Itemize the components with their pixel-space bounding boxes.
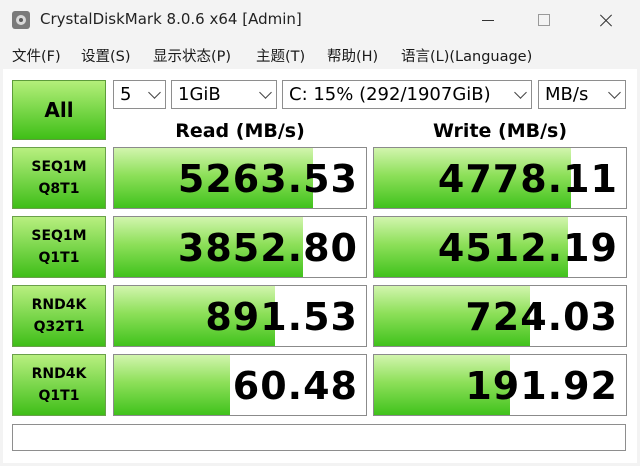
read-result: 5263.53	[113, 147, 367, 209]
test-params: Q1T1	[38, 250, 80, 266]
write-result: 191.92	[373, 354, 627, 416]
read-result: 3852.80	[113, 216, 367, 278]
read-header: Read (MB/s)	[175, 120, 305, 142]
write-value: 724.03	[465, 295, 618, 339]
write-value: 4512.19	[437, 226, 618, 270]
menu-bar: 文件(F) 设置(S) 显示状态(P) 主题(T) 帮助(H) 语言(L)(La…	[0, 40, 640, 68]
write-result: 4512.19	[373, 216, 627, 278]
status-bar	[12, 424, 626, 451]
test-params: Q1T1	[38, 388, 80, 404]
maximize-icon[interactable]	[532, 8, 556, 32]
write-header: Write (MB/s)	[432, 120, 568, 142]
read-value: 3852.80	[177, 226, 358, 270]
close-icon[interactable]	[594, 8, 618, 32]
menu-language[interactable]: 语言(L)(Language)	[401, 45, 532, 66]
test-name: SEQ1M	[31, 159, 87, 175]
drive-value: C: 15% (292/1907GiB)	[289, 84, 491, 105]
test-button-rnd4k-q1t1[interactable]: RND4K Q1T1	[12, 354, 106, 416]
chevron-down-icon	[514, 86, 527, 99]
test-size-select[interactable]: 1GiB	[171, 80, 277, 109]
title-bar: CrystalDiskMark 8.0.6 x64 [Admin]	[0, 0, 640, 40]
chevron-down-icon	[259, 86, 272, 99]
write-value: 4778.11	[437, 157, 618, 201]
menu-settings[interactable]: 设置(S)	[81, 45, 131, 66]
test-button-rnd4k-q32t1[interactable]: RND4K Q32T1	[12, 285, 106, 347]
minimize-icon[interactable]	[476, 8, 500, 32]
read-value: 891.53	[205, 295, 358, 339]
menu-theme[interactable]: 主题(T)	[256, 45, 305, 66]
read-progress-bar	[114, 355, 230, 415]
test-count-value: 5	[120, 84, 132, 105]
test-name: SEQ1M	[31, 228, 87, 244]
test-count-select[interactable]: 5	[113, 80, 166, 109]
read-result: 60.48	[113, 354, 367, 416]
drive-select[interactable]: C: 15% (292/1907GiB)	[282, 80, 532, 109]
test-name: RND4K	[31, 297, 87, 313]
write-result: 4778.11	[373, 147, 627, 209]
menu-help[interactable]: 帮助(H)	[327, 45, 378, 66]
read-result: 891.53	[113, 285, 367, 347]
window-title: CrystalDiskMark 8.0.6 x64 [Admin]	[40, 10, 302, 28]
chevron-down-icon	[148, 86, 161, 99]
all-button[interactable]: All	[12, 80, 106, 140]
read-value: 60.48	[232, 364, 358, 408]
test-size-value: 1GiB	[178, 84, 221, 105]
menu-display-status[interactable]: 显示状态(P)	[153, 45, 231, 66]
chevron-down-icon	[608, 86, 621, 99]
test-name: RND4K	[31, 366, 87, 382]
unit-value: MB/s	[545, 84, 589, 105]
read-value: 5263.53	[177, 157, 358, 201]
test-button-seq1m-q1t1[interactable]: SEQ1M Q1T1	[12, 216, 106, 278]
menu-file[interactable]: 文件(F)	[12, 45, 61, 66]
write-result: 724.03	[373, 285, 627, 347]
unit-select[interactable]: MB/s	[538, 80, 626, 109]
disk-icon	[12, 11, 30, 29]
test-params: Q32T1	[33, 319, 85, 335]
test-params: Q8T1	[38, 181, 80, 197]
write-value: 191.92	[465, 364, 618, 408]
test-button-seq1m-q8t1[interactable]: SEQ1M Q8T1	[12, 147, 106, 209]
